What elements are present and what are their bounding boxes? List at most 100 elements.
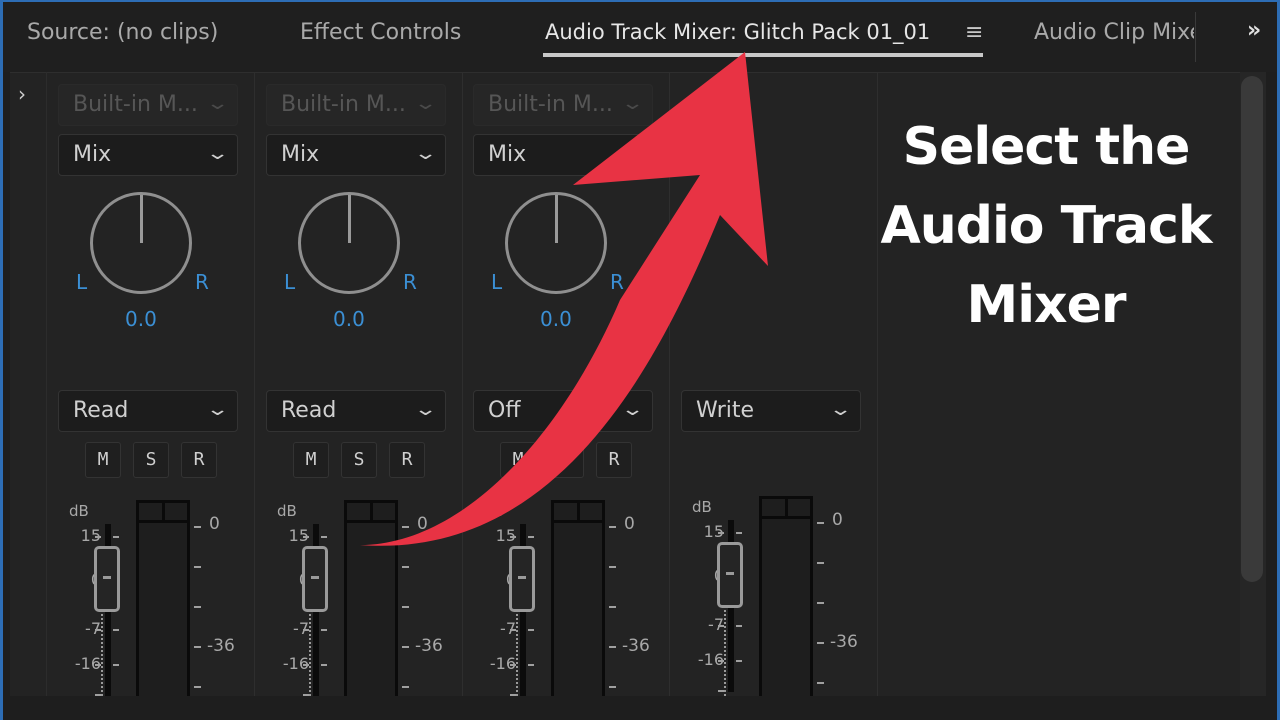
tab-source[interactable]: Source: (no clips) — [27, 20, 218, 45]
meter-scale-label: -36 — [830, 632, 858, 652]
pan-knob[interactable] — [298, 192, 400, 294]
fader-tick — [528, 629, 534, 631]
meter-tick — [609, 526, 616, 528]
automation-mode-dropdown[interactable]: Read ⌄ — [266, 390, 446, 432]
active-tab-underline — [543, 53, 983, 57]
chevron-down-icon: ⌄ — [620, 143, 645, 164]
level-meter — [551, 500, 605, 696]
pan-right-label: R — [195, 270, 209, 294]
fader-dots — [724, 606, 726, 696]
meter-tick — [817, 642, 824, 644]
meter-tick — [194, 646, 201, 648]
meter-tick — [194, 686, 201, 688]
effect-preset-value: Built-in M... — [488, 92, 613, 117]
pan-value[interactable]: 0.0 — [540, 307, 572, 331]
automation-mode-dropdown[interactable]: Off ⌄ — [473, 390, 653, 432]
send-dropdown[interactable]: Mix ⌄ — [58, 134, 238, 176]
db-label: dB — [484, 502, 504, 520]
fader-tick — [528, 664, 534, 666]
panel-menu-icon[interactable]: ≡ — [965, 20, 983, 45]
meter-tick — [194, 606, 201, 608]
send-value: Mix — [488, 142, 527, 167]
meter-tick — [402, 646, 409, 648]
fader-dots — [516, 610, 518, 696]
meter-scale-label: 0 — [209, 514, 220, 534]
chevron-down-icon: ⌄ — [205, 399, 230, 420]
send-value: Mix — [281, 142, 320, 167]
chevron-down-icon: ⌄ — [413, 93, 438, 114]
solo-button[interactable]: S — [133, 442, 169, 478]
pan-right-label: R — [610, 270, 624, 294]
fader-tick — [718, 532, 724, 534]
mute-button[interactable]: M — [85, 442, 121, 478]
meter-tick — [194, 526, 201, 528]
peak-indicator[interactable] — [762, 499, 810, 519]
fader-tick — [528, 536, 534, 538]
meter-scale-label: -36 — [622, 636, 650, 656]
expand-effects-icon[interactable]: › — [18, 82, 26, 106]
level-meter — [136, 500, 190, 696]
tab-overflow-icon[interactable]: » — [1247, 18, 1261, 43]
track-strip: Built-in M...⌄Mix⌄LR0.0Off⌄MSRdB150-7-16… — [462, 72, 670, 696]
effect-preset-dropdown[interactable]: Built-in M... ⌄ — [473, 84, 653, 126]
fader-tick — [303, 536, 309, 538]
pan-knob[interactable] — [90, 192, 192, 294]
pan-knob[interactable] — [505, 192, 607, 294]
fader-tick — [510, 536, 516, 538]
automation-mode-dropdown[interactable]: Read ⌄ — [58, 390, 238, 432]
tab-divider — [1195, 12, 1196, 62]
send-dropdown[interactable]: Mix ⌄ — [473, 134, 653, 176]
meter-tick — [817, 522, 824, 524]
pan-needle — [348, 195, 351, 243]
meter-tick — [609, 566, 616, 568]
tab-audio-clip-mixer[interactable]: Audio Clip Mixer — [1034, 20, 1194, 45]
peak-indicator[interactable] — [554, 503, 602, 523]
effect-preset-dropdown[interactable]: Built-in M... ⌄ — [266, 84, 446, 126]
meter-tick — [402, 566, 409, 568]
peak-indicator[interactable] — [347, 503, 395, 523]
fader-tick — [321, 664, 327, 666]
mute-button[interactable]: M — [293, 442, 329, 478]
fader-tick — [321, 536, 327, 538]
meter-scale-label: 0 — [832, 510, 843, 530]
instruction-caption: Select the Audio Track Mixer — [880, 117, 1212, 335]
pan-value[interactable]: 0.0 — [125, 307, 157, 331]
send-value: Mix — [73, 142, 112, 167]
pan-value[interactable]: 0.0 — [333, 307, 365, 331]
tab-audio-track-mixer[interactable]: Audio Track Mixer: Glitch Pack 01_01 — [545, 20, 930, 44]
effect-preset-value: Built-in M... — [281, 92, 406, 117]
fader-dots — [309, 610, 311, 696]
record-button[interactable]: R — [596, 442, 632, 478]
automation-mode-dropdown[interactable]: Write ⌄ — [681, 390, 861, 432]
pan-left-label: L — [284, 270, 296, 294]
meter-scale-label: -36 — [207, 636, 235, 656]
volume-fader-handle[interactable] — [302, 546, 328, 612]
volume-fader-handle[interactable] — [509, 546, 535, 612]
fader-tick — [321, 629, 327, 631]
chevron-down-icon: ⌄ — [413, 143, 438, 164]
automation-mode-value: Write — [696, 398, 755, 423]
effect-preset-value: Built-in M... — [73, 92, 198, 117]
solo-button[interactable]: S — [341, 442, 377, 478]
send-dropdown[interactable]: Mix ⌄ — [266, 134, 446, 176]
track-strip: Built-in M...⌄Mix⌄LR0.0Read⌄MSRdB150-7-1… — [47, 72, 255, 696]
vertical-scrollbar[interactable] — [1241, 76, 1263, 582]
effect-preset-dropdown[interactable]: Built-in M... ⌄ — [58, 84, 238, 126]
fader-tick — [736, 660, 742, 662]
tab-effect-controls[interactable]: Effect Controls — [300, 20, 461, 45]
fader-tick — [113, 664, 119, 666]
db-label: dB — [692, 498, 712, 516]
record-button[interactable]: R — [181, 442, 217, 478]
mute-button[interactable]: M — [500, 442, 536, 478]
track-strip: Write⌄dB150-7-160-36 — [670, 72, 878, 696]
pan-needle — [140, 195, 143, 243]
volume-fader-handle[interactable] — [94, 546, 120, 612]
peak-indicator[interactable] — [139, 503, 187, 523]
level-meter — [344, 500, 398, 696]
volume-fader-handle[interactable] — [717, 542, 743, 608]
meter-tick — [817, 682, 824, 684]
solo-button[interactable]: S — [548, 442, 584, 478]
meter-tick — [609, 646, 616, 648]
meter-tick — [817, 602, 824, 604]
record-button[interactable]: R — [389, 442, 425, 478]
